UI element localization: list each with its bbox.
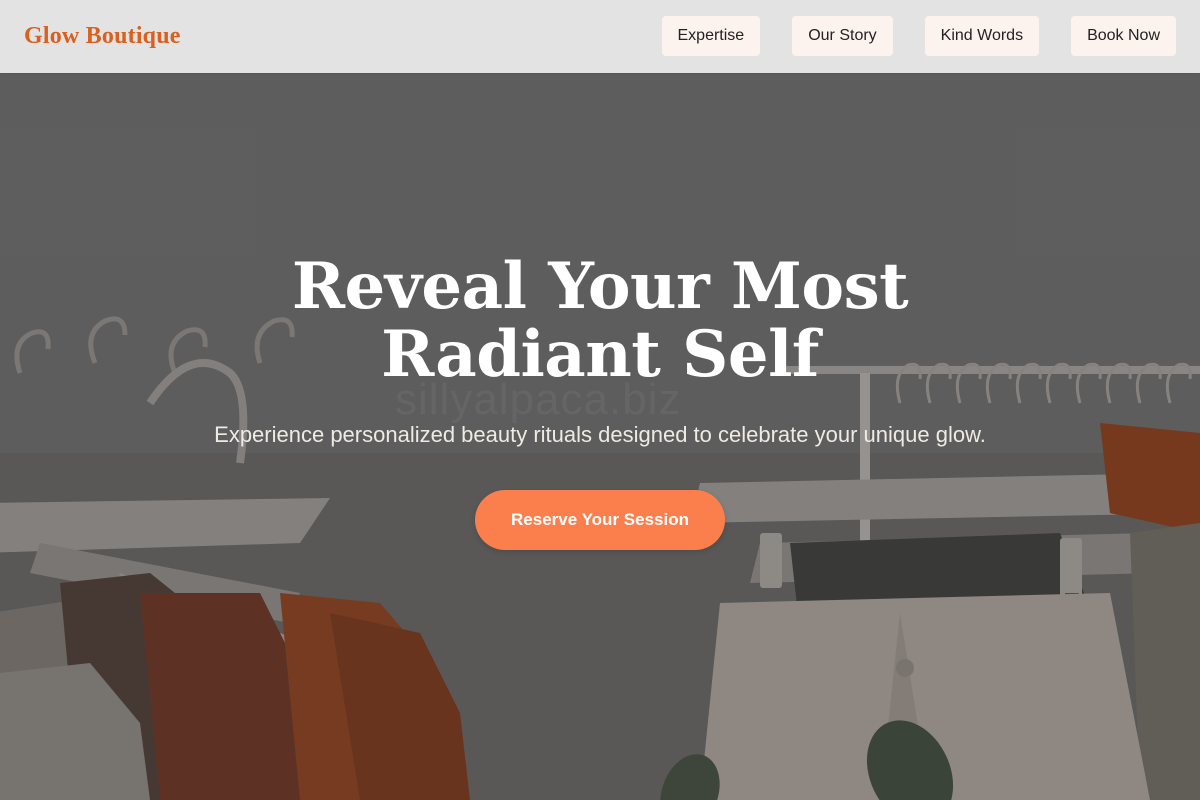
hero-title: Reveal Your Most Radiant Self (291, 249, 909, 392)
nav-book-now-button[interactable]: Book Now (1071, 16, 1176, 56)
reserve-session-button[interactable]: Reserve Your Session (475, 490, 725, 550)
page: Glow Boutique Expertise Our Story Kind W… (0, 0, 1200, 800)
brand-logo[interactable]: Glow Boutique (24, 20, 181, 52)
nav-expertise-button[interactable]: Expertise (661, 16, 761, 56)
main-nav: Expertise Our Story Kind Words Book Now (661, 16, 1176, 56)
hero-subtitle: Experience personalized beauty rituals d… (214, 422, 986, 447)
hero-content: sillyalpaca.biz Reveal Your Most Radiant… (0, 73, 1200, 800)
nav-our-story-button[interactable]: Our Story (792, 16, 893, 56)
site-header: Glow Boutique Expertise Our Story Kind W… (0, 0, 1200, 73)
nav-kind-words-button[interactable]: Kind Words (924, 16, 1040, 56)
